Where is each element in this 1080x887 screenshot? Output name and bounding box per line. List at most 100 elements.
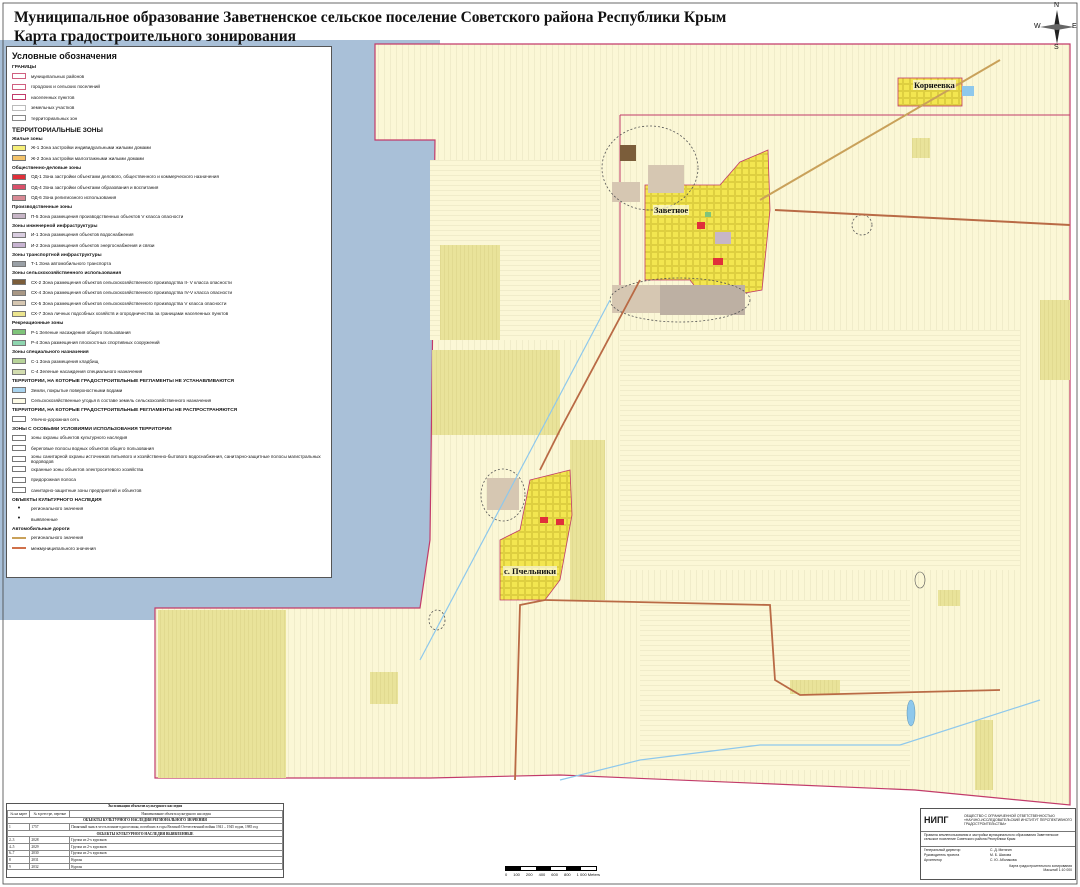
legend-item-label: придорожная полоса xyxy=(31,477,76,483)
legend-item-label: выявленные xyxy=(31,516,58,522)
legend-item: регионального значения xyxy=(12,533,326,544)
scale-tick-label: 0 xyxy=(505,872,508,877)
legend-swatch-icon xyxy=(12,155,26,162)
table-cell: Группа из 2-х курганов xyxy=(69,836,283,844)
legend-item: Т-1 Зона автомобильного транспорта xyxy=(12,259,326,270)
stamp-role-row: Архитектор С. Ю. Аболакова xyxy=(924,858,1072,863)
legend-swatch-icon xyxy=(12,487,26,494)
legend-item: городских и сельских поселений xyxy=(12,82,326,93)
scale-tick-label: 800 xyxy=(563,872,571,877)
stamp-roles: Генеральный директор С. Д. Митягин Руковод… xyxy=(921,847,1075,864)
legend-item: С-1 Зона размещения кладбищ xyxy=(12,356,326,367)
legend-swatch-icon xyxy=(12,476,26,483)
legend-item: Улично-дорожная сеть xyxy=(12,414,326,425)
legend-transport: Т-1 Зона автомобильного транспорта xyxy=(12,259,326,270)
legend-item-label: СХ-2 Зона размещения объектов сельскохоз… xyxy=(31,279,232,285)
legend-item-label: земельных участков xyxy=(31,105,75,111)
scale-tick-label: 400 xyxy=(538,872,546,877)
legend-item: СХ-2 Зона размещения объектов сельскохоз… xyxy=(12,277,326,288)
legend-swatch-icon xyxy=(12,310,26,317)
legend-item-label: Р-1 Зеленые насаждения общего пользовани… xyxy=(31,329,131,335)
table-cell: Курган xyxy=(69,856,283,864)
map-title: Муниципальное образование Заветненское с… xyxy=(14,8,726,46)
legend-item: СХ-5 Зона размещения объектов сельскохоз… xyxy=(12,298,326,309)
legend-item: Земли, покрытые поверхностными водами xyxy=(12,385,326,396)
table-row: 9 2032 Курган xyxy=(6,862,283,871)
org-logo: НИПГ xyxy=(924,815,949,825)
table-row: № на карте № в реестре, перечне Наименован… xyxy=(6,810,283,818)
legend-item-label: ОД-6 Зона религиозного использования xyxy=(31,195,117,201)
legend-item: • регионального значения xyxy=(12,504,326,515)
legend-item-label: СХ-4 Зона размещения объектов сельскохоз… xyxy=(31,290,233,296)
map-legend: Условные обозначения ГРАНИЦЫ муниципальн… xyxy=(6,46,332,578)
compass-w: W xyxy=(1034,23,1041,30)
table-cell: 2031 xyxy=(29,856,71,864)
legend-item-label: Т-1 Зона автомобильного транспорта xyxy=(31,261,111,267)
sx7-zone xyxy=(912,138,930,158)
legend-item-label: регионального значения xyxy=(31,506,84,512)
legend-item-label: П-5 Зона размещения производственных объ… xyxy=(31,213,184,219)
legend-swatch-icon xyxy=(12,339,26,346)
legend-no-apply: Улично-дорожная сеть xyxy=(12,414,326,425)
table-cell: Группа из 2-х курганов xyxy=(69,849,283,858)
table-cell: 6–7 xyxy=(6,849,31,858)
title-line-1: Муниципальное образование Заветненское с… xyxy=(14,9,727,26)
table-row: 4–5 2029 Группа из 2-х курганов xyxy=(6,842,283,851)
legend-public: ОД-1 Зона застройки объектами делового, … xyxy=(12,172,326,204)
legend-swatch-icon xyxy=(12,213,26,220)
table-row: 8 2031 Курган xyxy=(6,856,283,864)
legend-roads: регионального значения межмуниципального … xyxy=(12,533,326,554)
sx7-zone xyxy=(975,720,993,790)
legend-item: придорожная полоса xyxy=(12,475,326,486)
table-cell: 2–3 xyxy=(6,836,31,844)
legend-item-label: Сельскохозяйственные угодья в составе зе… xyxy=(31,398,212,404)
table-cell: Группа из 2-х курганов xyxy=(69,842,283,851)
legend-swatch-icon xyxy=(12,115,26,122)
pond xyxy=(906,699,916,727)
legend-swatch-icon xyxy=(12,231,26,238)
legend-item-label: охранные зоны объектов электросетевого х… xyxy=(31,466,144,472)
table-cell: 4–5 xyxy=(6,842,31,851)
legend-swatch-icon xyxy=(12,536,26,539)
legend-item: СХ-4 Зона размещения объектов сельскохоз… xyxy=(12,288,326,299)
legend-item: Сельскохозяйственные угодья в составе зе… xyxy=(12,396,326,407)
table-cell: № на карте xyxy=(6,810,31,818)
legend-item-label: Ж-2 Зона застройки малоэтажными жилыми д… xyxy=(31,155,144,161)
compass-s: S xyxy=(1054,44,1059,51)
table-cell: Курган xyxy=(69,862,283,871)
legend-item-label: Р-4 Зона размещения плоскостных спортивн… xyxy=(31,340,160,346)
legend-item: ОД-1 Зона застройки объектами делового, … xyxy=(12,172,326,183)
legend-industrial: П-5 Зона размещения производственных объ… xyxy=(12,211,326,222)
legend-item-label: Ж-1 Зона застройки индивидуальными жилым… xyxy=(31,145,151,151)
scale-note: Масштаб 1:10 000 xyxy=(1043,868,1072,872)
od1-zone xyxy=(540,517,548,523)
field-block xyxy=(620,330,1020,570)
legend-item-label: Улично-дорожная сеть xyxy=(31,416,80,422)
legend-item: И-2 Зона размещения объектов энергоснабж… xyxy=(12,240,326,251)
legend-swatch-icon xyxy=(12,455,26,462)
legend-residential: Ж-1 Зона застройки индивидуальными жилым… xyxy=(12,143,326,164)
legend-item: зоны охраны объектов культурного наследи… xyxy=(12,433,326,444)
legend-item-label: береговые полосы водных объектов общего … xyxy=(31,445,154,451)
legend-item: Р-4 Зона размещения плоскостных спортивн… xyxy=(12,338,326,349)
legend-item-label: СХ-7 Зона личных подсобных хозяйств и ог… xyxy=(31,311,229,317)
legend-item: санитарно-защитные зоны предприятий и об… xyxy=(12,485,326,496)
legend-item-label: ОД-1 Зона застройки объектами делового, … xyxy=(31,174,219,180)
legend-item: населенных пунктов xyxy=(12,92,326,103)
legend-item: П-5 Зона размещения производственных объ… xyxy=(12,211,326,222)
scale-bar: 0 100 200 400 600 800 1 000 Meters xyxy=(505,866,600,877)
legend-swatch-icon xyxy=(12,368,26,375)
place-label-korneevka: Корнеевка xyxy=(913,80,956,90)
legend-swatch-icon xyxy=(12,104,26,111)
project-name: Правила землепользования и застройки мун… xyxy=(921,832,1075,847)
legend-item: зоны санитарной охраны источников питьев… xyxy=(12,454,326,465)
table-cell: Памятный знак в честь воинов-односельчан… xyxy=(69,823,283,831)
legend-item: ОД-6 Зона религиозного использования xyxy=(12,193,326,204)
legend-item-label: зоны охраны объектов культурного наследи… xyxy=(31,435,128,441)
compass-rose: N E S W xyxy=(1034,2,1078,51)
table-cell: 2030 xyxy=(29,849,71,858)
legend-swatch-icon xyxy=(12,242,26,249)
legend-item-label: И-2 Зона размещения объектов энергоснабж… xyxy=(31,242,155,248)
od1-zone xyxy=(697,222,705,229)
legend-swatch-icon: • xyxy=(17,504,21,512)
